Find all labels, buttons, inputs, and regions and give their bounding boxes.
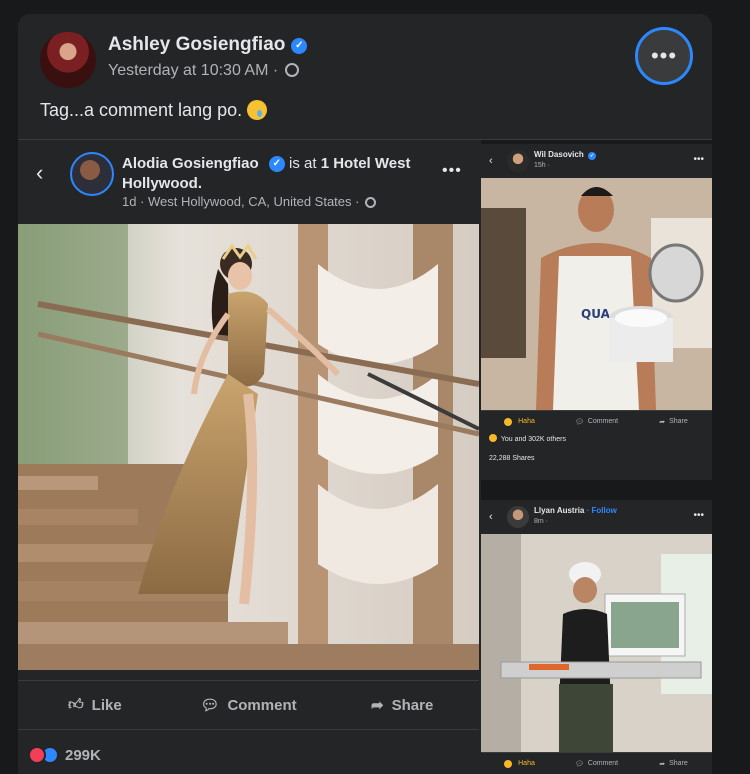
- shared-author-name[interactable]: Alodia Gosiengfiao: [122, 155, 259, 172]
- embedded-post-llyan: ‹ Llyan Austria · Follow 8m · ••• Haha 💬…: [481, 500, 712, 774]
- share-label: Share: [669, 760, 688, 767]
- haha-label: Haha: [518, 760, 535, 767]
- share-button[interactable]: ➦ Share: [635, 760, 712, 768]
- construction-photo[interactable]: [481, 534, 712, 752]
- share-label: Share: [669, 418, 688, 425]
- comment-button[interactable]: 💬︎ Comment: [558, 760, 635, 768]
- llyan-time: 8m ·: [534, 518, 548, 525]
- more-options-button[interactable]: •••: [635, 27, 693, 85]
- verified-badge-icon: ✓: [291, 37, 308, 54]
- shared-post-meta: 1d · West Hollywood, CA, United States ·: [122, 194, 360, 209]
- crying-face-emoji-icon: [247, 100, 268, 120]
- haha-label: Haha: [518, 418, 535, 425]
- share-label: Share: [391, 696, 434, 714]
- llyan-avatar[interactable]: [507, 506, 529, 528]
- haha-icon: [504, 759, 513, 768]
- rice-cooker-art: QUA: [481, 178, 712, 410]
- share-button[interactable]: ➦ Share: [635, 418, 712, 426]
- share-arrow-icon: ➦: [371, 697, 384, 714]
- staircase-gown-photo[interactable]: [18, 224, 479, 670]
- back-arrow-icon[interactable]: ‹: [36, 160, 43, 186]
- wil-name[interactable]: Wil Dasovich: [534, 150, 584, 159]
- verified-badge-icon: ✓: [587, 152, 596, 160]
- like-button[interactable]: 👍︎ Like: [18, 681, 172, 729]
- shared-post-main: ‹ Alodia Gosiengfiao ✓ is at 1 Hotel Wes…: [18, 140, 479, 774]
- rice-cooker-photo[interactable]: QUA: [481, 178, 712, 410]
- globe-icon: [284, 63, 299, 77]
- right-embedded-posts: ‹ Wil Dasovich ✓ 15h · ••• QUA Haha 💬︎ C…: [481, 140, 712, 774]
- post-action-bar: 👍︎ Like 💬︎ Comment ➦ Share: [18, 680, 479, 730]
- apron-text: QUA: [581, 307, 611, 321]
- comment-bubble-icon: 💬︎: [200, 697, 220, 714]
- wil-shares[interactable]: 22,288 Shares: [481, 453, 712, 464]
- checkin-prefix: is at: [289, 155, 317, 172]
- staircase-photo-art: [18, 224, 479, 670]
- shared-post-more-icon[interactable]: •••: [442, 162, 462, 180]
- share-button[interactable]: ➦ Share: [325, 681, 479, 729]
- thumbs-up-icon: 👍︎: [67, 696, 84, 713]
- post-text: Tag...a comment lang po.: [40, 100, 243, 120]
- wil-action-bar: Haha 💬︎ Comment ➦ Share: [481, 410, 712, 432]
- reaction-summary[interactable]: 299K: [28, 746, 101, 764]
- haha-button[interactable]: Haha: [481, 417, 558, 426]
- comment-bubble-icon: 💬︎: [574, 760, 584, 768]
- llyan-name[interactable]: Llyan Austria: [534, 506, 584, 515]
- construction-art: [481, 534, 712, 752]
- like-label: Like: [91, 696, 122, 714]
- share-arrow-icon: ➦: [659, 760, 666, 768]
- author-name[interactable]: Ashley Gosiengfiao: [108, 34, 285, 55]
- comment-button[interactable]: 💬︎ Comment: [558, 418, 635, 426]
- wil-more-icon[interactable]: •••: [693, 154, 704, 165]
- comment-label: Comment: [227, 696, 297, 714]
- llyan-action-bar: Haha 💬︎ Comment ➦ Share: [481, 752, 712, 774]
- haha-button[interactable]: Haha: [481, 759, 558, 768]
- comment-label: Comment: [587, 418, 619, 425]
- llyan-more-icon[interactable]: •••: [693, 510, 704, 521]
- globe-icon: [365, 197, 377, 208]
- wil-avatar[interactable]: [507, 150, 529, 172]
- comment-button[interactable]: 💬︎ Comment: [172, 681, 326, 729]
- share-arrow-icon: ➦: [659, 418, 666, 426]
- comment-label: Comment: [587, 760, 619, 767]
- follow-link[interactable]: · Follow: [587, 506, 617, 515]
- reaction-count: 299K: [65, 746, 101, 764]
- embedded-post-wil: ‹ Wil Dasovich ✓ 15h · ••• QUA Haha 💬︎ C…: [481, 144, 712, 480]
- haha-icon: [489, 434, 497, 442]
- comment-bubble-icon: 💬︎: [574, 418, 584, 426]
- wil-reactions[interactable]: You and 302K others: [481, 432, 712, 445]
- post-card: Ashley Gosiengfiao ✓ Yesterday at 10:30 A…: [18, 14, 712, 774]
- wil-reactions-text: You and 302K others: [500, 436, 566, 443]
- shared-author-avatar[interactable]: [70, 152, 114, 196]
- love-reaction-icon: [28, 746, 46, 764]
- author-avatar[interactable]: [40, 32, 96, 88]
- back-arrow-icon[interactable]: ‹: [489, 511, 493, 523]
- post-timestamp[interactable]: Yesterday at 10:30 AM ·: [108, 62, 278, 79]
- wil-time: 15h ·: [534, 162, 550, 169]
- haha-icon: [504, 417, 513, 426]
- back-arrow-icon[interactable]: ‹: [489, 155, 493, 167]
- verified-badge-icon: ✓: [268, 156, 285, 172]
